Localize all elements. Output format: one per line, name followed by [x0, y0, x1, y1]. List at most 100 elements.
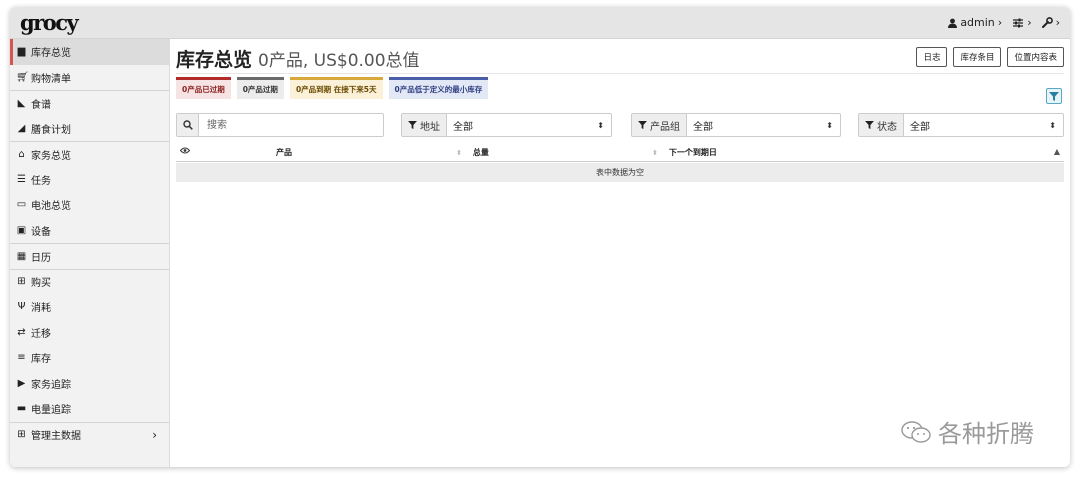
chevron-right-icon: ›	[152, 427, 157, 442]
app-logo[interactable]: grocy	[20, 10, 79, 35]
sidebar-item-stock-overview[interactable]: ▆ 库存总览	[10, 39, 169, 65]
search-addon	[177, 114, 199, 136]
column-visibility-toggle[interactable]	[180, 147, 190, 154]
status-select[interactable]: 全部 ⬍	[904, 114, 1063, 136]
play-icon: ▶	[17, 377, 26, 389]
filter-toggle-button[interactable]	[1046, 88, 1062, 104]
top-right-menu: admin › › ›	[948, 16, 1060, 29]
sliders-icon	[1013, 18, 1024, 27]
sidebar-item-recipes[interactable]: ◣ 食谱	[10, 90, 169, 116]
column-header-label: 产品	[276, 148, 292, 157]
sidebar-item-inventory[interactable]: ≡ 库存	[10, 345, 169, 371]
pizza-icon: ◣	[17, 97, 26, 109]
product-group-select[interactable]: 全部 ⬍	[687, 114, 840, 136]
sidebar-item-chore-tracking[interactable]: ▶ 家务追踪	[10, 371, 169, 397]
filter-icon	[638, 121, 647, 129]
car-battery-icon: ▬	[16, 403, 27, 415]
sort-asc-icon[interactable]: ▲	[1054, 147, 1060, 156]
sidebar-item-calendar[interactable]: ▦ 日历	[10, 243, 169, 269]
filter-bar: 地址 全部 ⬍ 产品组 全部 ⬍	[176, 113, 1064, 137]
location-filter-label: 地址	[402, 114, 447, 136]
sidebar-item-label: 膳食计划	[31, 124, 71, 136]
overdue-badge[interactable]: 0产品过期	[236, 77, 284, 99]
sidebar-item-equipment[interactable]: ▣ 设备	[10, 218, 169, 244]
search-input[interactable]	[199, 115, 379, 135]
main-content: 库存总览 0产品, US$0.00总值 日志 库存条目 位置内容表 0产品已过期…	[170, 39, 1070, 467]
sidebar-item-tasks[interactable]: ☰ 任务	[10, 167, 169, 193]
sidebar-item-meal-plan[interactable]: ◢ 膳食计划	[10, 116, 169, 142]
sidebar-item-label: 电量追踪	[31, 405, 71, 417]
sidebar-item-label: 家务总览	[31, 150, 71, 162]
filter-icon	[1049, 91, 1059, 101]
box-icon: ▆	[17, 46, 26, 58]
toolbox-icon: ▣	[16, 224, 27, 236]
cart-plus-icon: ⊞	[17, 276, 26, 288]
sidebar-item-purchase[interactable]: ⊞ 购买	[10, 268, 169, 295]
sidebar-item-label: 管理主数据	[31, 431, 81, 443]
sidebar-item-shopping-list[interactable]: 🛒︎ 购物清单	[10, 65, 169, 91]
sidebar-item-master-data[interactable]: ⊞ 管理主数据 ›	[10, 421, 169, 448]
sidebar-item-transfer[interactable]: ⇄ 迁移	[10, 320, 169, 346]
status-filter[interactable]: 状态 全部 ⬍	[858, 113, 1064, 137]
tasks-icon: ☰	[17, 173, 26, 185]
location-selected-value: 全部	[453, 121, 473, 133]
column-header-next-due[interactable]: ⬍ 下一个到期日	[652, 147, 717, 158]
tools-menu[interactable]: ›	[1041, 16, 1060, 29]
table-empty-row: 表中数据为空	[176, 163, 1064, 182]
user-menu[interactable]: admin ›	[948, 16, 1002, 29]
select-arrows-icon: ⬍	[1049, 120, 1056, 130]
location-label-text: 地址	[420, 121, 440, 133]
sidebar-item-consume[interactable]: Ψ 消耗	[10, 294, 169, 320]
sidebar-item-label: 任务	[31, 175, 51, 187]
location-filter[interactable]: 地址 全部 ⬍	[401, 113, 612, 137]
sidebar-item-batteries-overview[interactable]: ▭ 电池总览	[10, 192, 169, 218]
app-window: grocy admin › › › ▆ 库存总览 🛒︎ 购物清单 ◣ 食谱 ◢ …	[10, 7, 1070, 467]
status-label-text: 状态	[877, 121, 897, 133]
home-icon: ⌂	[18, 148, 25, 160]
expired-badge[interactable]: 0产品已过期	[176, 77, 231, 99]
chevron-right-icon: ›	[997, 16, 1003, 29]
stock-entries-button[interactable]: 库存条目	[953, 47, 1002, 67]
status-selected-value: 全部	[910, 121, 930, 133]
sidebar: ▆ 库存总览 🛒︎ 购物清单 ◣ 食谱 ◢ 膳食计划 ⌂ 家务总览 ☰ 任务 ▭…	[10, 39, 170, 467]
sidebar-item-label: 库存总览	[31, 48, 71, 60]
column-header-product[interactable]: 产品	[276, 147, 292, 158]
exchange-icon: ⇄	[17, 326, 26, 338]
sidebar-item-label: 购物清单	[31, 73, 71, 85]
divider	[176, 73, 1064, 74]
wrench-icon	[1041, 17, 1053, 28]
chevron-right-icon: ›	[1055, 16, 1060, 29]
below-min-stock-badge[interactable]: 0产品低于定义的最小库存	[388, 77, 489, 99]
location-select[interactable]: 全部 ⬍	[447, 114, 611, 136]
location-content-sheet-button[interactable]: 位置内容表	[1007, 47, 1064, 67]
search-group	[176, 113, 384, 137]
sidebar-item-label: 消耗	[31, 303, 51, 315]
sidebar-item-label: 日历	[31, 252, 51, 264]
journal-button[interactable]: 日志	[916, 47, 948, 67]
sidebar-item-label: 迁移	[31, 328, 51, 340]
chevron-right-icon: ›	[1027, 16, 1032, 29]
sidebar-item-battery-tracking[interactable]: ▬ 电量追踪	[10, 396, 169, 422]
page-header: 库存总览 0产品, US$0.00总值	[176, 45, 420, 72]
sidebar-item-label: 家务追踪	[31, 379, 71, 391]
product-group-filter[interactable]: 产品组 全部 ⬍	[631, 113, 841, 137]
sidebar-item-label: 库存	[31, 354, 51, 366]
column-header-amount[interactable]: ⬍ 总量	[456, 147, 489, 158]
table-header: 产品 ⬍ 总量 ⬍ 下一个到期日 ▲	[176, 144, 1064, 162]
column-header-label: 总量	[472, 148, 489, 157]
sidebar-item-chores-overview[interactable]: ⌂ 家务总览	[10, 141, 169, 167]
top-navbar: grocy admin › › ›	[10, 7, 1070, 39]
select-arrows-icon: ⬍	[597, 120, 604, 130]
search-icon	[182, 120, 193, 130]
watermark-text: 各种折腾	[938, 420, 1034, 448]
battery-icon: ▭	[16, 199, 27, 211]
sort-icon: ⬍	[652, 148, 658, 157]
settings-menu[interactable]: ›	[1012, 16, 1032, 29]
filter-icon	[408, 121, 417, 129]
select-arrows-icon: ⬍	[826, 120, 833, 130]
due-soon-badge[interactable]: 0产品到期 在接下来5天	[289, 77, 383, 99]
header-buttons: 日志 库存条目 位置内容表	[916, 47, 1064, 67]
user-name: admin	[960, 16, 995, 29]
status-badges: 0产品已过期 0产品过期 0产品到期 在接下来5天 0产品低于定义的最小库存	[176, 77, 489, 99]
page-subtitle: 0产品, US$0.00总值	[258, 51, 420, 71]
